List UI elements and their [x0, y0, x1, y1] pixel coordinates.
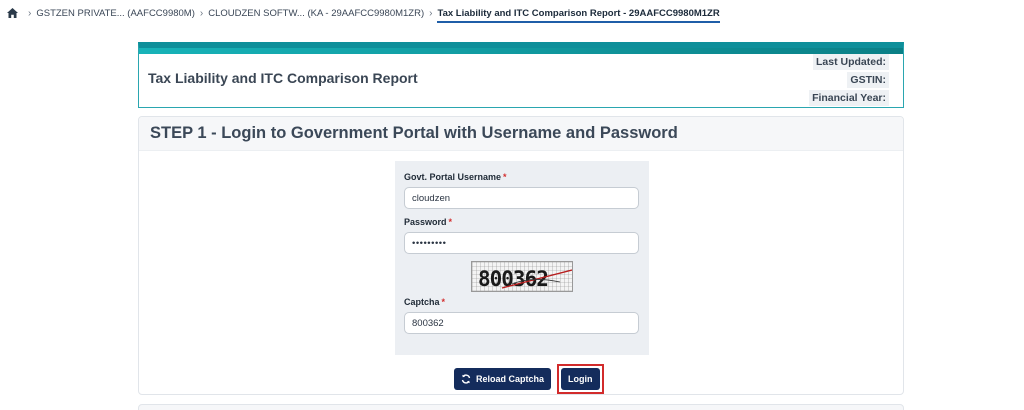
captcha-image: 800362 — [471, 261, 573, 292]
last-updated-label: Last Updated: — [812, 54, 889, 70]
password-label: Password * — [404, 216, 640, 228]
captcha-input[interactable]: 800362 — [404, 312, 639, 334]
financial-year-label: Financial Year: — [809, 90, 889, 106]
password-input[interactable]: ••••••••• — [404, 232, 639, 254]
gstin-label: GSTIN: — [847, 72, 889, 88]
breadcrumb-current: Tax Liability and ITC Comparison Report … — [437, 7, 720, 23]
captcha-label-text: Captcha — [404, 297, 440, 307]
username-value: cloudzen — [412, 192, 451, 204]
reload-captcha-label: Reload Captcha — [476, 374, 545, 384]
username-label-text: Govt. Portal Username — [404, 172, 502, 182]
report-title: Tax Liability and ITC Comparison Report — [148, 70, 418, 86]
username-input[interactable]: cloudzen — [404, 187, 639, 209]
chevron-right-icon: › — [199, 7, 204, 19]
home-icon[interactable] — [6, 7, 18, 19]
chevron-right-icon: › — [28, 7, 32, 19]
required-mark: * — [448, 217, 453, 227]
captcha-image-wrap: 800362 — [404, 261, 640, 292]
step-header: STEP 1 - Login to Government Portal with… — [139, 117, 903, 151]
breadcrumb: › GSTZEN PRIVATE... (AAFCC9980M) › CLOUD… — [6, 5, 720, 23]
captcha-label: Captcha * — [404, 296, 640, 308]
password-value: ••••••••• — [412, 237, 447, 249]
step-title: STEP 1 - Login to Government Portal with… — [150, 124, 678, 142]
login-button-highlight: Login — [557, 364, 604, 394]
required-mark: * — [503, 172, 507, 182]
chevron-right-icon: › — [429, 7, 433, 19]
refresh-icon — [461, 374, 471, 384]
login-button[interactable]: Login — [561, 368, 600, 390]
reload-captcha-button[interactable]: Reload Captcha — [454, 368, 552, 390]
required-mark: * — [441, 297, 446, 307]
step-1-card: STEP 1 - Login to Government Portal with… — [138, 116, 904, 395]
report-header-card: Tax Liability and ITC Comparison Report … — [138, 42, 904, 108]
next-step-card — [138, 404, 904, 410]
username-label: Govt. Portal Username * — [404, 171, 640, 183]
breadcrumb-item-company[interactable]: GSTZEN PRIVATE... (AAFCC9980M) — [36, 8, 195, 19]
login-form: Govt. Portal Username * cloudzen Password… — [395, 161, 649, 355]
captcha-value: 800362 — [412, 317, 444, 329]
report-meta: Last Updated: GSTIN: Financial Year: — [809, 54, 889, 106]
login-label: Login — [568, 374, 593, 384]
breadcrumb-item-gstin[interactable]: CLOUDZEN SOFTW... (KA - 29AAFCC9980M1ZR) — [208, 8, 424, 19]
action-buttons: Reload Captcha Login — [454, 364, 604, 394]
password-label-text: Password — [404, 217, 447, 227]
